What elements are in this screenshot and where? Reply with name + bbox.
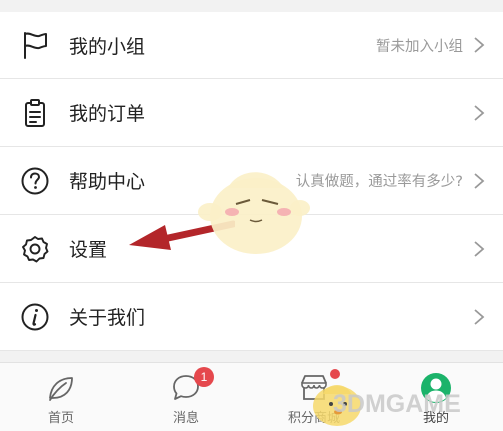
- group-status-text: 暂未加入小组: [376, 38, 463, 55]
- top-spacer: [0, 0, 503, 12]
- info-circle-icon: [21, 303, 49, 330]
- menu-item-label: 我的小组: [69, 35, 146, 58]
- tab-label: 首页: [47, 411, 74, 426]
- menu-item-label: 我的订单: [69, 103, 146, 125]
- menu-item-label: 帮助中心: [69, 171, 146, 193]
- chevron-right-icon: [474, 240, 485, 257]
- unread-badge: 1: [194, 367, 214, 387]
- chevron-right-icon: [474, 172, 485, 189]
- help-tip-text: 认真做题，通过率有多少?: [295, 174, 463, 190]
- clipboard-icon: [25, 98, 45, 127]
- menu-item-my-orders[interactable]: 我的订单: [0, 79, 503, 147]
- mascot-image: [198, 172, 310, 254]
- flag-icon: [24, 32, 47, 59]
- gear-icon: [22, 235, 49, 262]
- tab-label: 消息: [172, 411, 199, 426]
- watermark-text: 3DMGAME: [333, 390, 461, 418]
- chevron-right-icon: [474, 37, 485, 53]
- menu-item-my-group[interactable]: 我的小组 暂未加入小组: [0, 12, 503, 79]
- menu-item-label: 关于我们: [69, 307, 146, 329]
- menu-item-about-us[interactable]: 关于我们: [0, 283, 503, 351]
- tab-home[interactable]: 首页: [21, 363, 101, 431]
- menu-item-label: 设置: [69, 239, 108, 261]
- chevron-right-icon: [474, 308, 485, 325]
- chevron-right-icon: [474, 104, 485, 121]
- leaf-icon: [49, 377, 73, 401]
- help-circle-icon: [21, 167, 49, 194]
- tab-messages[interactable]: 1 消息: [146, 363, 226, 431]
